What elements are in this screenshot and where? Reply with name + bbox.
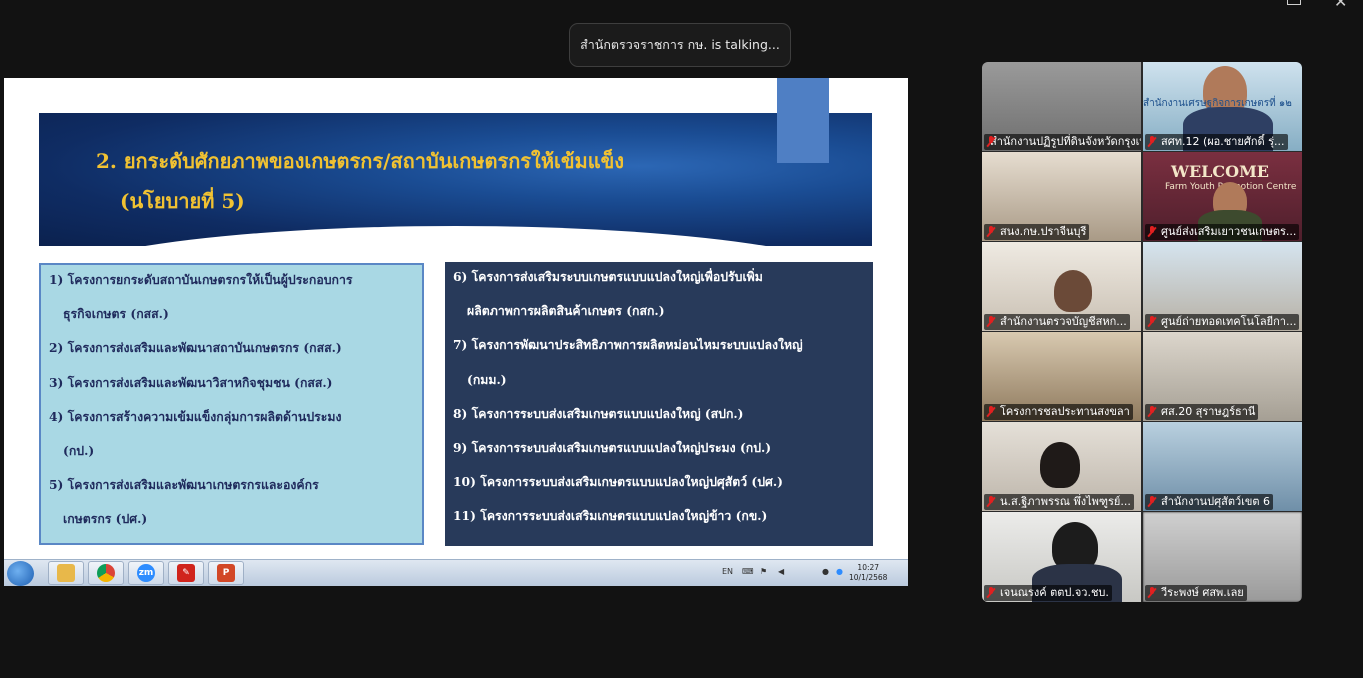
list-item: เกษตรกร (ปศ.) (63, 511, 148, 527)
muted-mic-icon (1147, 496, 1157, 508)
zoom-tray-icon[interactable]: ● (836, 567, 843, 576)
keyboard-icon[interactable]: ⌨ (742, 567, 754, 576)
list-item: (กมม.) (467, 371, 507, 387)
participant-tile[interactable]: ศส.20 สุราษฎร์ธานี (1143, 332, 1302, 421)
file-explorer-button[interactable] (48, 561, 84, 585)
list-item: 8) โครงการระบบส่งเสริมเกษตรแบบแปลงใหญ่ (… (453, 405, 744, 421)
pop-out-icon[interactable] (1287, 0, 1301, 5)
list-item: 1) โครงการยกระดับสถาบันเกษตรกรให้เป็นผู้… (49, 272, 353, 287)
muted-mic-icon (1147, 406, 1157, 418)
zoom-button[interactable]: zm (128, 561, 164, 585)
shared-screen: 2. ยกระดับศักยภาพของเกษตรกร/สถาบันเกษตรก… (4, 78, 908, 586)
windows-taskbar: zm ✎ P EN ⌨ ⚑ ◀ ● ● 10:27 10/1/2568 (4, 559, 908, 586)
accent-tab (777, 78, 829, 163)
list-item: 9) โครงการระบบส่งเสริมเกษตรแบบแปลงใหญ่ปร… (453, 439, 772, 455)
background-caption: สำนักงานเศรษฐกิจการเกษตรที่ ๑๒ (1143, 98, 1292, 109)
list-item: ผลิตภาพการผลิตสินค้าเกษตร (กสก.) (467, 303, 665, 319)
clock-date: 10/1/2568 (849, 573, 888, 582)
list-item: 5) โครงการส่งเสริมและพัฒนาเกษตรกรและองค์… (49, 477, 319, 493)
muted-mic-icon (1147, 587, 1157, 599)
tray-app-icon[interactable]: ● (822, 567, 829, 576)
powerpoint-icon: P (217, 564, 235, 582)
participant-tile[interactable]: สำนักงานปศุสัตว์เขต 6 (1143, 422, 1302, 511)
welcome-banner: WELCOME (1171, 162, 1269, 181)
participant-tile[interactable]: WELCOME Farm Youth Promotion Centre ศูนย… (1143, 152, 1302, 241)
participant-tile[interactable]: เจนณรงค์ ตตป.จว.ชบ. (982, 512, 1141, 602)
list-item: (กป.) (63, 442, 95, 458)
slide-subtitle: (นโยบายที่ 5) (120, 189, 245, 213)
participant-tile[interactable]: วีระพงษ์ ศสพ.เลย (1143, 512, 1302, 602)
muted-mic-icon (986, 316, 996, 328)
list-item: 2) โครงการส่งเสริมและพัฒนาสถาบันเกษตรกร … (49, 340, 342, 356)
chrome-icon (97, 564, 115, 582)
participant-tile[interactable]: สำนักงานปฏิรูปที่ดินจังหวัดกรุงเทพ... (982, 62, 1141, 151)
muted-mic-icon (986, 226, 996, 238)
acrobat-icon: ✎ (177, 564, 195, 582)
left-project-list: 1) โครงการยกระดับสถาบันเกษตรกรให้เป็นผู้… (39, 263, 424, 545)
talking-indicator: สำนักตรวจราชการ กษ. is talking... (569, 23, 791, 67)
muted-mic-icon (986, 406, 996, 418)
muted-mic-icon (1147, 136, 1157, 148)
participant-name: ศูนย์ถ่ายทอดเทคโนโลยีกา... (1145, 314, 1300, 330)
list-item: 3) โครงการส่งเสริมและพัฒนาวิสาหกิจชุมชน … (49, 374, 333, 390)
participant-name: ศูนย์ส่งเสริมเยาวชนเกษตร... (1145, 224, 1300, 240)
participant-name: น.ส.ฐิภาพรรณ พึ่งไพฑูรย์... (984, 494, 1134, 510)
list-item: 6) โครงการส่งเสริมระบบเกษตรแบบแปลงใหญ่เพ… (453, 269, 763, 284)
participant-tile[interactable]: สำนักงานเศรษฐกิจการเกษตรที่ ๑๒ สศท.12 (ผ… (1143, 62, 1302, 151)
person-figure (1040, 442, 1080, 488)
system-clock[interactable]: 10:27 10/1/2568 (849, 563, 887, 583)
muted-mic-icon (1147, 316, 1157, 328)
flag-icon[interactable]: ⚑ (760, 567, 767, 576)
person-figure (1054, 270, 1092, 312)
participant-tile[interactable]: น.ส.ฐิภาพรรณ พึ่งไพฑูรย์... (982, 422, 1141, 511)
participant-name: โครงการชลประทานสงขลา (984, 404, 1133, 420)
chrome-button[interactable] (88, 561, 124, 585)
participant-tile[interactable]: ศูนย์ถ่ายทอดเทคโนโลยีกา... (1143, 242, 1302, 331)
muted-mic-icon (1147, 226, 1157, 238)
participant-name: ศส.20 สุราษฎร์ธานี (1145, 404, 1259, 420)
participant-name: สำนักงานปศุสัตว์เขต 6 (1145, 494, 1274, 510)
language-indicator[interactable]: EN (722, 567, 733, 576)
participant-tile[interactable]: สำนักงานตรวจบัญชีสหก... (982, 242, 1141, 331)
participant-name: สำนักงานตรวจบัญชีสหก... (984, 314, 1130, 330)
participant-tile[interactable]: สนง.กษ.ปราจีนบุรี (982, 152, 1141, 241)
powerpoint-button[interactable]: P (208, 561, 244, 585)
list-item: 4) โครงการสร้างความเข้มแข็งกลุ่มการผลิตด… (49, 408, 342, 424)
list-item: 10) โครงการระบบส่งเสริมเกษตรแบบแปลงใหญ่ป… (453, 474, 783, 490)
participant-name: สนง.กษ.ปราจีนบุรี (984, 224, 1090, 240)
acrobat-button[interactable]: ✎ (168, 561, 204, 585)
title-banner (39, 113, 872, 286)
participant-name: วีระพงษ์ ศสพ.เลย (1145, 585, 1247, 601)
list-item: ธุรกิจเกษตร (กสส.) (63, 306, 169, 322)
participant-name: สำนักงานปฏิรูปที่ดินจังหวัดกรุงเทพ... (984, 134, 1141, 150)
muted-mic-icon (986, 587, 996, 599)
list-item: 11) โครงการระบบส่งเสริมเกษตรแบบแปลงใหญ่ข… (453, 508, 768, 524)
volume-icon[interactable]: ◀ (778, 567, 784, 576)
muted-mic-icon (986, 496, 996, 508)
close-icon[interactable]: ✕ (1334, 0, 1347, 11)
participant-name: สศท.12 (ผอ.ชายศักดิ์ รุ่... (1145, 134, 1288, 150)
clock-time: 10:27 (857, 563, 880, 572)
participant-gallery: สำนักงานปฏิรูปที่ดินจังหวัดกรุงเทพ... สำ… (982, 62, 1302, 602)
zoom-icon: zm (137, 564, 155, 582)
participant-name: เจนณรงค์ ตตป.จว.ชบ. (984, 585, 1112, 601)
right-project-list: 6) โครงการส่งเสริมระบบเกษตรแบบแปลงใหญ่เพ… (445, 262, 873, 546)
slide-title: 2. ยกระดับศักยภาพของเกษตรกร/สถาบันเกษตรก… (96, 149, 625, 173)
folder-icon (57, 564, 75, 582)
start-button[interactable] (7, 561, 34, 586)
list-item: 7) โครงการพัฒนาประสิทธิภาพการผลิตหม่อนไห… (453, 337, 803, 353)
participant-tile[interactable]: โครงการชลประทานสงขลา (982, 332, 1141, 421)
